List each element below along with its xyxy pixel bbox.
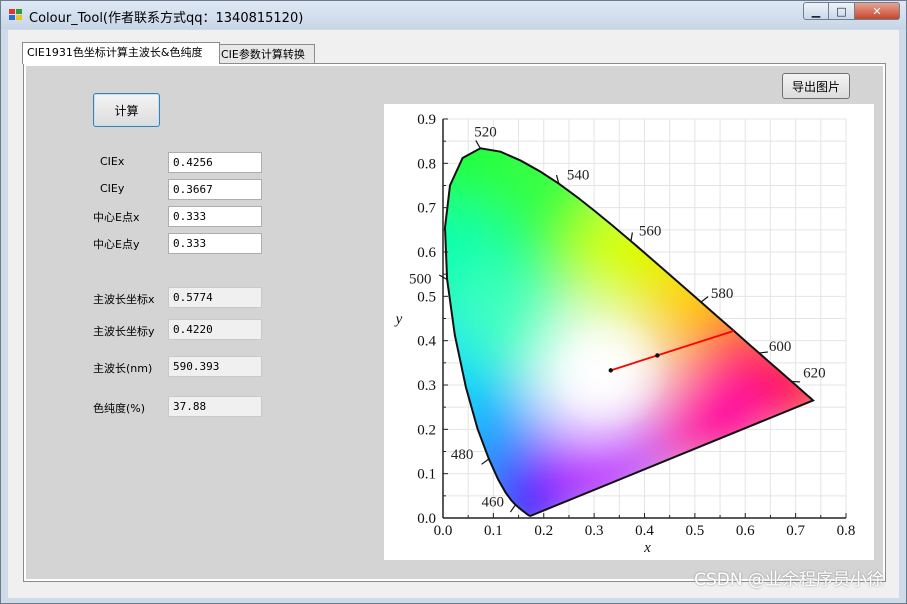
app-icon — [9, 9, 23, 21]
y-tick-label: 0.6 — [417, 245, 436, 261]
dominant-x-output: 0.5774 — [168, 287, 262, 308]
calculate-button[interactable]: 计算 — [93, 93, 160, 127]
cie-x-input[interactable]: 0.4256 — [168, 152, 262, 173]
close-button[interactable]: ✕ — [855, 2, 900, 20]
x-tick-label: 0.4 — [635, 523, 654, 539]
wavelength-label-600: 600 — [769, 339, 792, 355]
color-purity-output: 37.88 — [168, 396, 262, 417]
cie-y-input[interactable]: 0.3667 — [168, 179, 262, 200]
point-E — [608, 368, 613, 373]
y-axis-label: y — [394, 312, 403, 328]
y-tick-label: 0.9 — [417, 112, 436, 128]
x-tick-label: 0.8 — [837, 523, 856, 539]
wavelength-label-500: 500 — [409, 271, 432, 287]
app-window: Colour_Tool(作者联系方式qq：1340815120) ▁ □ ✕ C… — [0, 0, 907, 604]
x-tick-label: 0.7 — [786, 523, 805, 539]
point-sample — [655, 353, 660, 358]
wavelength-label-460: 460 — [482, 495, 505, 511]
export-image-button[interactable]: 导出图片 — [782, 73, 850, 99]
wavelength-label-560: 560 — [639, 223, 662, 239]
y-tick-label: 0.5 — [417, 289, 436, 305]
x-tick-label: 0.2 — [534, 523, 553, 539]
x-tick-label: 0.3 — [585, 523, 604, 539]
x-tick-label: 0.6 — [736, 523, 755, 539]
minimize-button[interactable]: ▁ — [803, 2, 829, 20]
color-purity-label: 色纯度(%) — [93, 402, 146, 415]
wavelength-label-520: 520 — [474, 124, 497, 140]
cie-chart-container: 0.0 0.1 0.2 0.3 0.4 0.5 0.6 0.7 0.8 0.0 0.1 0.2 0.3 0… — [384, 104, 874, 560]
title-bar[interactable]: Colour_Tool(作者联系方式qq：1340815120) ▁ □ ✕ — [1, 1, 906, 29]
client-area: CIE1931色坐标计算主波长&色纯度 CIE参数计算转换 计算 导出图片 CI… — [8, 30, 899, 598]
wavelength-tick — [700, 296, 709, 303]
wavelength-label-480: 480 — [451, 447, 474, 463]
tab-page-panel: 计算 导出图片 CIEx 0.4256 CIEy 0.3667 中心E点x 0.… — [26, 66, 883, 579]
wavelength-tick — [758, 351, 768, 354]
tab-dominant-wavelength[interactable]: CIE1931色坐标计算主波长&色纯度 — [22, 42, 220, 64]
x-tick-label: 0.5 — [686, 523, 705, 539]
window-title: Colour_Tool(作者联系方式qq：1340815120) — [29, 11, 304, 26]
maximize-button[interactable]: □ — [829, 2, 855, 20]
wavelength-tick — [481, 458, 490, 465]
wavelength-tick — [509, 504, 517, 513]
dominant-wavelength-output: 590.393 — [168, 356, 262, 377]
center-e-y-input[interactable]: 0.333 — [168, 233, 262, 254]
wavelength-label-540: 540 — [567, 168, 590, 184]
y-tick-label: 0.3 — [417, 378, 436, 394]
center-e-y-label: 中心E点y — [93, 238, 140, 251]
tab-page: 计算 导出图片 CIEx 0.4256 CIEy 0.3667 中心E点x 0.… — [23, 63, 886, 582]
center-e-x-label: 中心E点x — [93, 211, 140, 224]
cie1931-chromaticity-chart: 0.0 0.1 0.2 0.3 0.4 0.5 0.6 0.7 0.8 0.0 0.1 0.2 0.3 0… — [394, 112, 856, 556]
y-tick-label: 0.1 — [417, 467, 436, 483]
dominant-y-label: 主波长坐标y — [93, 325, 155, 338]
x-tick-label: 0.1 — [484, 523, 503, 539]
y-tick-label: 0.4 — [417, 334, 436, 350]
y-tick-label: 0.0 — [417, 511, 436, 527]
wavelength-label-620: 620 — [803, 365, 826, 381]
y-tick-label: 0.7 — [417, 201, 436, 217]
y-tick-label: 0.8 — [417, 156, 436, 172]
center-e-x-input[interactable]: 0.333 — [168, 206, 262, 227]
watermark: CSDN @业余程序员小徐 — [694, 570, 884, 590]
x-tick-label: 0.0 — [434, 523, 453, 539]
wavelength-label-580: 580 — [711, 286, 734, 302]
cie-x-label: CIEx — [100, 155, 125, 168]
tab-parameter-conversion[interactable]: CIE参数计算转换 — [216, 44, 315, 63]
dominant-y-output: 0.4220 — [168, 319, 262, 340]
dominant-wavelength-label: 主波长(nm) — [93, 362, 153, 375]
x-axis-label: x — [643, 540, 651, 556]
cie-y-label: CIEy — [100, 182, 125, 195]
wavelength-tick — [630, 232, 633, 242]
dominant-x-label: 主波长坐标x — [93, 293, 155, 306]
y-tick-label: 0.2 — [417, 422, 436, 438]
